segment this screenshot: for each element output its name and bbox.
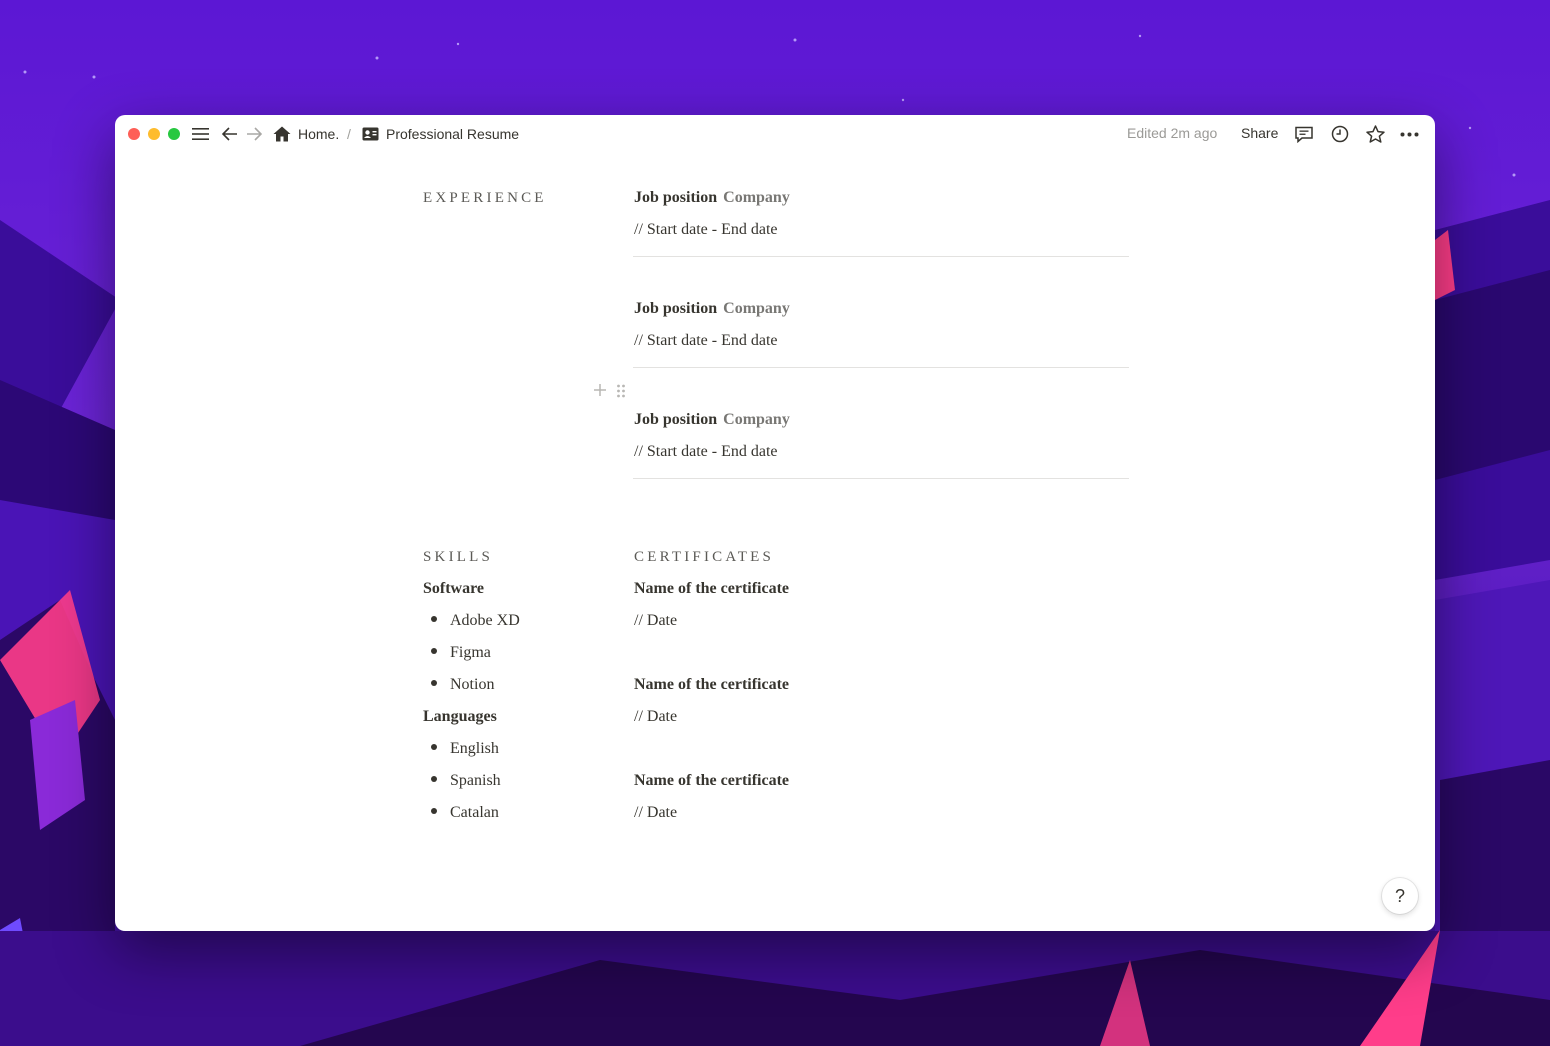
forward-arrow-icon[interactable] xyxy=(244,124,264,144)
list-item-text: Adobe XD xyxy=(450,612,520,629)
certificate-date[interactable]: // Date xyxy=(634,708,677,726)
favorite-star-icon[interactable] xyxy=(1365,124,1385,144)
drag-handle-icon[interactable] xyxy=(616,383,626,404)
list-item[interactable]: Adobe XD xyxy=(431,612,520,630)
software-label[interactable]: Software xyxy=(423,580,484,598)
languages-label[interactable]: Languages xyxy=(423,708,497,726)
certificate-date[interactable]: // Date xyxy=(634,804,677,822)
job-dates[interactable]: // Start date - End date xyxy=(634,221,778,239)
app-window: Home. / Professional Resume Edited 2m ag… xyxy=(115,115,1435,931)
job-position[interactable]: Job position xyxy=(634,189,717,206)
breadcrumb-separator: / xyxy=(347,126,351,142)
list-item-text: Spanish xyxy=(450,772,501,789)
history-clock-icon[interactable] xyxy=(1330,124,1350,144)
experience-heading: EXPERIENCE xyxy=(423,190,547,206)
list-item-text: English xyxy=(450,740,499,757)
help-button[interactable]: ? xyxy=(1382,878,1418,914)
bullet-icon xyxy=(431,616,437,623)
job-dates[interactable]: // Start date - End date xyxy=(634,443,778,461)
certificates-heading: CERTIFICATES xyxy=(634,549,775,565)
back-arrow-icon[interactable] xyxy=(220,124,240,144)
breadcrumb-home[interactable]: Home. xyxy=(298,126,339,142)
list-item-text: Figma xyxy=(450,644,491,661)
certificate-name[interactable]: Name of the certificate xyxy=(634,772,789,790)
list-item[interactable]: Figma xyxy=(431,644,491,662)
bullet-icon xyxy=(431,680,437,687)
maximize-window-button[interactable] xyxy=(168,128,180,140)
divider xyxy=(633,478,1129,479)
list-item-text: Catalan xyxy=(450,804,499,821)
job-dates[interactable]: // Start date - End date xyxy=(634,332,778,350)
comment-icon[interactable] xyxy=(1294,124,1314,144)
edited-status: Edited 2m ago xyxy=(1127,125,1218,141)
close-window-button[interactable] xyxy=(128,128,140,140)
title-bar: Home. / Professional Resume Edited 2m ag… xyxy=(115,115,1435,153)
certificate-name[interactable]: Name of the certificate xyxy=(634,676,789,694)
list-item[interactable]: Spanish xyxy=(431,772,501,790)
bullet-icon xyxy=(431,744,437,751)
divider xyxy=(633,256,1129,257)
skills-heading: SKILLS xyxy=(423,549,494,565)
list-item[interactable]: Notion xyxy=(431,676,494,694)
list-item[interactable]: English xyxy=(431,740,499,758)
bullet-icon xyxy=(431,776,437,783)
job-position[interactable]: Job position xyxy=(634,411,717,428)
divider xyxy=(633,367,1129,368)
list-item[interactable]: Catalan xyxy=(431,804,499,822)
certificate-name[interactable]: Name of the certificate xyxy=(634,580,789,598)
minimize-window-button[interactable] xyxy=(148,128,160,140)
company-name[interactable]: Company xyxy=(723,300,790,317)
company-name[interactable]: Company xyxy=(723,411,790,428)
job-position[interactable]: Job position xyxy=(634,300,717,317)
contact-card-icon xyxy=(360,124,380,144)
list-item-text: Notion xyxy=(450,676,495,693)
bullet-icon xyxy=(431,808,437,815)
add-block-icon[interactable] xyxy=(592,382,608,403)
bullet-icon xyxy=(431,648,437,655)
breadcrumb-page[interactable]: Professional Resume xyxy=(386,126,519,142)
home-icon[interactable] xyxy=(272,124,292,144)
certificate-date[interactable]: // Date xyxy=(634,612,677,630)
share-button[interactable]: Share xyxy=(1241,125,1278,141)
sidebar-menu-icon[interactable] xyxy=(190,124,210,144)
more-options-icon[interactable] xyxy=(1399,124,1419,144)
company-name[interactable]: Company xyxy=(723,189,790,206)
